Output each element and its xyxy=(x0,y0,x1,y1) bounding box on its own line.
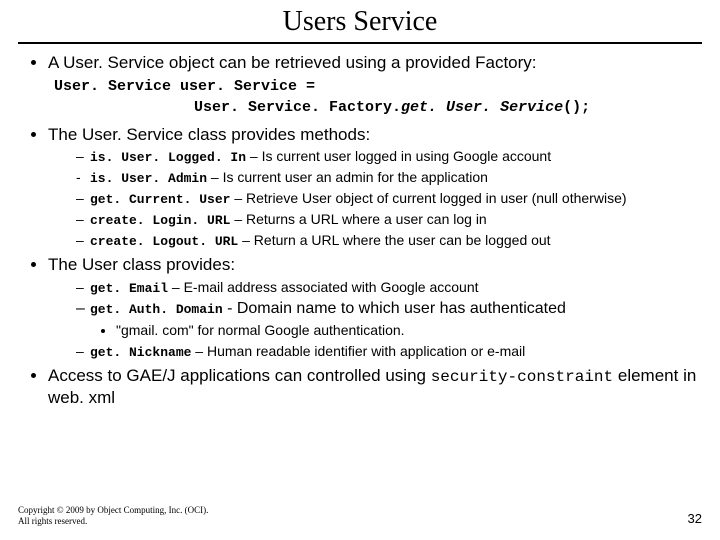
sub-list: "gmail. com" for normal Google authentic… xyxy=(76,321,702,339)
list-item: –get. Nickname – Human readable identifi… xyxy=(76,342,702,362)
service-methods-list: –is. User. Logged. In – Is current user … xyxy=(48,147,702,250)
code-line-1: User. Service user. Service = xyxy=(54,77,702,97)
main-list: A User. Service object can be retrieved … xyxy=(18,52,702,409)
bullet-factory: A User. Service object can be retrieved … xyxy=(48,52,702,118)
list-item: –is. User. Logged. In – Is current user … xyxy=(76,147,702,167)
list-item: -is. User. Admin – Is current user an ad… xyxy=(76,168,702,188)
list-item: "gmail. com" for normal Google authentic… xyxy=(116,321,702,339)
code-line-2: User. Service. Factory.get. User. Servic… xyxy=(54,98,702,118)
bullet-factory-text: A User. Service object can be retrieved … xyxy=(48,53,537,72)
footer-line-2: All rights reserved. xyxy=(18,516,208,526)
bullet-service-methods-text: The User. Service class provides methods… xyxy=(48,125,370,144)
page-number: 32 xyxy=(688,511,702,526)
list-item: –create. Login. URL – Returns a URL wher… xyxy=(76,210,702,230)
bullet-user-class: The User class provides: –get. Email – E… xyxy=(48,254,702,361)
list-item: –get. Auth. Domain - Domain name to whic… xyxy=(76,299,702,340)
bullet-user-class-text: The User class provides: xyxy=(48,255,235,274)
slide: Users Service A User. Service object can… xyxy=(0,0,720,540)
code-snippet: User. Service user. Service = User. Serv… xyxy=(54,77,702,118)
user-methods-list: –get. Email – E-mail address associated … xyxy=(48,278,702,362)
bullet-service-methods: The User. Service class provides methods… xyxy=(48,124,702,251)
footer-line-1: Copyright © 2009 by Object Computing, In… xyxy=(18,505,208,515)
list-item: –create. Logout. URL – Return a URL wher… xyxy=(76,231,702,251)
copyright-footer: Copyright © 2009 by Object Computing, In… xyxy=(18,505,208,526)
bullet-access: Access to GAE/J applications can control… xyxy=(48,365,702,408)
list-item: –get. Email – E-mail address associated … xyxy=(76,278,702,298)
title-rule xyxy=(18,42,702,44)
page-title: Users Service xyxy=(18,6,702,40)
list-item: –get. Current. User – Retrieve User obje… xyxy=(76,189,702,209)
